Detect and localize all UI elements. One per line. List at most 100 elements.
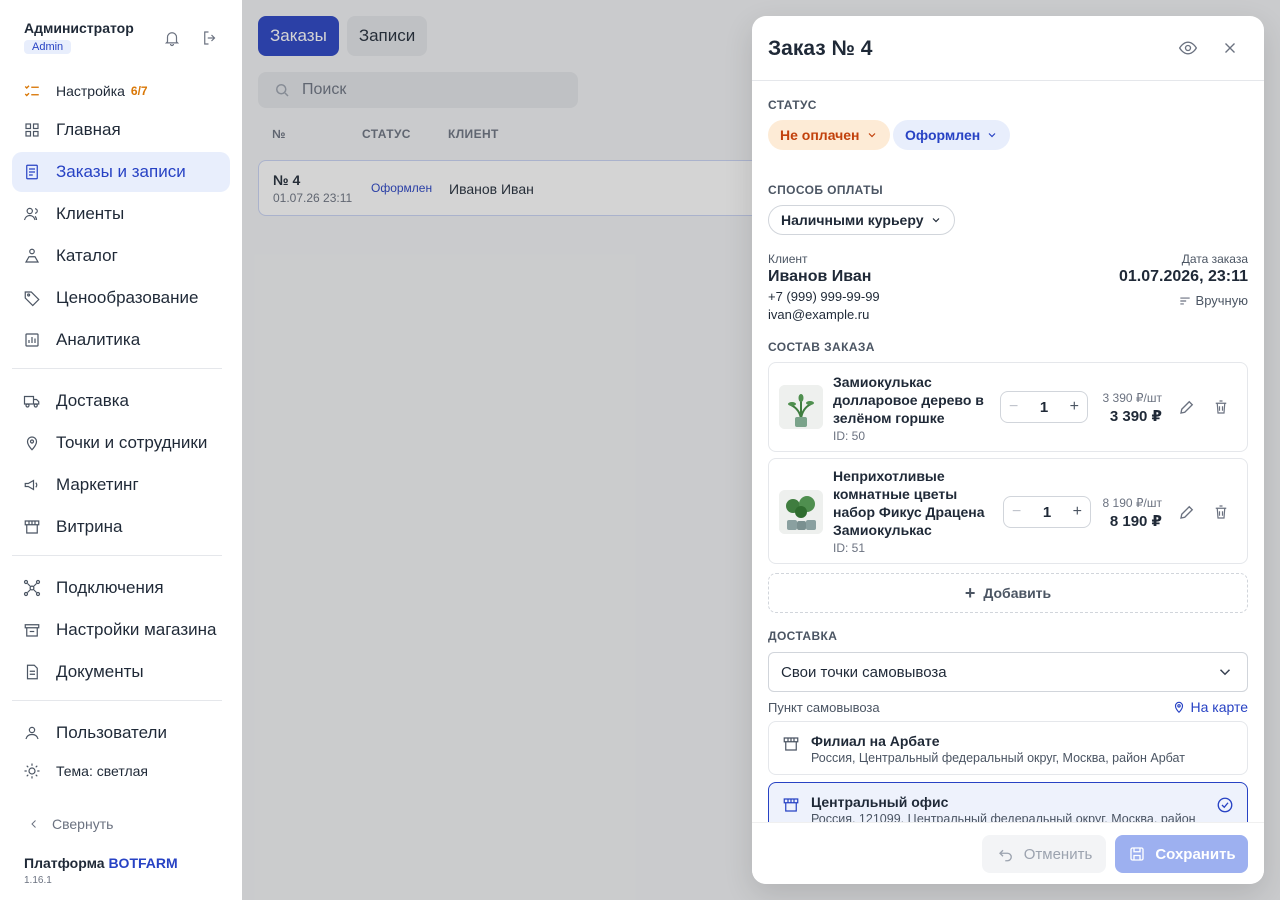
sidebar-item-store-settings[interactable]: Настройки магазина [12,610,230,650]
order-date-value: 01.07.2026, 23:11 [1118,268,1248,285]
delivery-method-select[interactable]: Свои точки самовывоза [768,652,1248,692]
sidebar-item-storefront[interactable]: Витрина [12,507,230,547]
nav-divider [12,555,222,556]
nav-divider [12,700,222,701]
setup-progress: 6/7 [130,84,148,98]
sidebar-item-points[interactable]: Точки и сотрудники [12,423,230,463]
trash-icon[interactable] [1211,397,1231,417]
user-block: Администратор Admin [24,20,134,55]
increment-button[interactable]: + [1073,503,1082,521]
catalog-icon [22,246,42,266]
sidebar-item-documents[interactable]: Документы [12,652,230,692]
sidebar-item-label: Аналитика [56,330,141,349]
date-source: Вручную [1178,293,1248,308]
sidebar-item-label: Маркетинг [56,475,139,494]
theme-toggle[interactable]: Тема: светлая [12,755,230,787]
items-section-label: СОСТАВ ЗАКАЗА [768,340,875,354]
product-thumbnail [779,490,823,534]
collapse-sidebar-button[interactable]: Свернуть [28,816,113,832]
decrement-button[interactable]: − [1012,503,1021,521]
unit-price: 3 390 ₽/шт [1102,391,1162,405]
truck-icon [22,391,42,411]
brand-name: BOTFARM [108,855,178,871]
sidebar-item-clients[interactable]: Клиенты [12,194,230,234]
save-label: Сохранить [1155,845,1236,863]
quantity-stepper: − 1 + [1000,391,1088,423]
close-icon[interactable] [1220,38,1240,58]
sidebar-item-label: Витрина [56,517,123,536]
order-status-value: Оформлен [905,127,981,143]
payment-status-dropdown[interactable]: Не оплачен [768,120,890,150]
megaphone-icon [22,475,42,495]
users-icon [22,204,42,224]
chevron-left-icon [28,818,40,830]
payment-status-value: Не оплачен [780,127,860,143]
product-name: Неприхотливые комнатные цветы набор Фику… [833,468,985,538]
pickup-point-label: Пункт самовывоза [768,700,880,715]
sidebar-item-label: Точки и сотрудники [56,433,208,452]
cancel-button[interactable]: Отменить [982,835,1106,873]
user-name: Администратор [24,20,134,36]
add-item-button[interactable]: + Добавить [768,573,1248,613]
drawer-header: Заказ № 4 [752,16,1264,81]
pickup-point-address: Россия, Центральный федеральный округ, М… [811,751,1185,765]
nav-divider [12,368,222,369]
sidebar-item-pricing[interactable]: Ценообразование [12,278,230,318]
sidebar-item-label: Настройка [56,83,125,99]
sidebar-item-orders[interactable]: Заказы и записи [12,152,230,192]
client-email: ivan@example.ru [768,307,870,322]
sidebar-item-connections[interactable]: Подключения [12,568,230,608]
drawer-title: Заказ № 4 [768,37,873,60]
pickup-point-option[interactable]: Филиал на Арбате Россия, Центральный фед… [768,721,1248,775]
undo-icon [996,844,1016,864]
sidebar-item-setup[interactable]: Настройка 6/7 [12,80,230,102]
sidebar-item-label: Заказы и записи [56,162,186,181]
sidebar-item-label: Доставка [56,391,130,410]
pencil-icon[interactable] [1177,397,1197,417]
storefront-icon [22,517,42,537]
logout-icon[interactable] [200,28,220,48]
sidebar-item-analytics[interactable]: Аналитика [12,320,230,360]
sidebar-item-label: Главная [56,120,121,139]
increment-button[interactable]: + [1070,398,1079,416]
platform-brand: Платформа BOTFARM [24,855,178,871]
bell-icon[interactable] [162,28,182,48]
product-thumbnail [779,385,823,429]
sidebar-item-label: Клиенты [56,204,125,223]
save-button[interactable]: Сохранить [1115,835,1248,873]
map-link-label: На карте [1190,699,1248,715]
sidebar-item-marketing[interactable]: Маркетинг [12,465,230,505]
eye-icon[interactable] [1178,38,1198,58]
trash-icon[interactable] [1211,502,1231,522]
brand-prefix: Платформа [24,855,105,871]
sidebar-item-users[interactable]: Пользователи [12,713,230,753]
store-icon [781,734,801,754]
document-icon [22,662,42,682]
sidebar-top-actions [162,28,220,48]
chevron-down-icon [988,133,996,138]
order-status-dropdown[interactable]: Оформлен [893,120,1011,150]
pencil-icon[interactable] [1177,502,1197,522]
order-item: Неприхотливые комнатные цветы набор Фику… [768,458,1248,564]
sidebar-item-label: Подключения [56,578,164,597]
sidebar-item-catalog[interactable]: Каталог [12,236,230,276]
sidebar-item-label: Ценообразование [56,288,199,307]
cancel-label: Отменить [1023,845,1093,863]
payment-method-dropdown[interactable]: Наличными курьеру [768,205,955,235]
delivery-section-label: ДОСТАВКА [768,629,838,643]
quantity-value[interactable]: 1 [1040,399,1048,416]
quantity-value[interactable]: 1 [1043,504,1051,521]
sun-icon [22,761,42,781]
sidebar: Администратор Admin Настройка 6/7 Главна… [0,0,242,900]
sidebar-item-delivery[interactable]: Доставка [12,381,230,421]
sidebar-item-home[interactable]: Главная [12,110,230,150]
sidebar-item-label: Документы [56,662,144,681]
decrement-button[interactable]: − [1009,398,1018,416]
collapse-label: Свернуть [52,816,114,832]
add-item-label: Добавить [983,585,1052,601]
show-on-map-link[interactable]: На карте [1172,699,1248,715]
payment-method-label: СПОСОБ ОПЛАТЫ [768,183,884,197]
client-name: Иванов Иван [768,268,872,285]
payment-method-value: Наличными курьеру [781,212,924,228]
pin-icon [22,433,42,453]
